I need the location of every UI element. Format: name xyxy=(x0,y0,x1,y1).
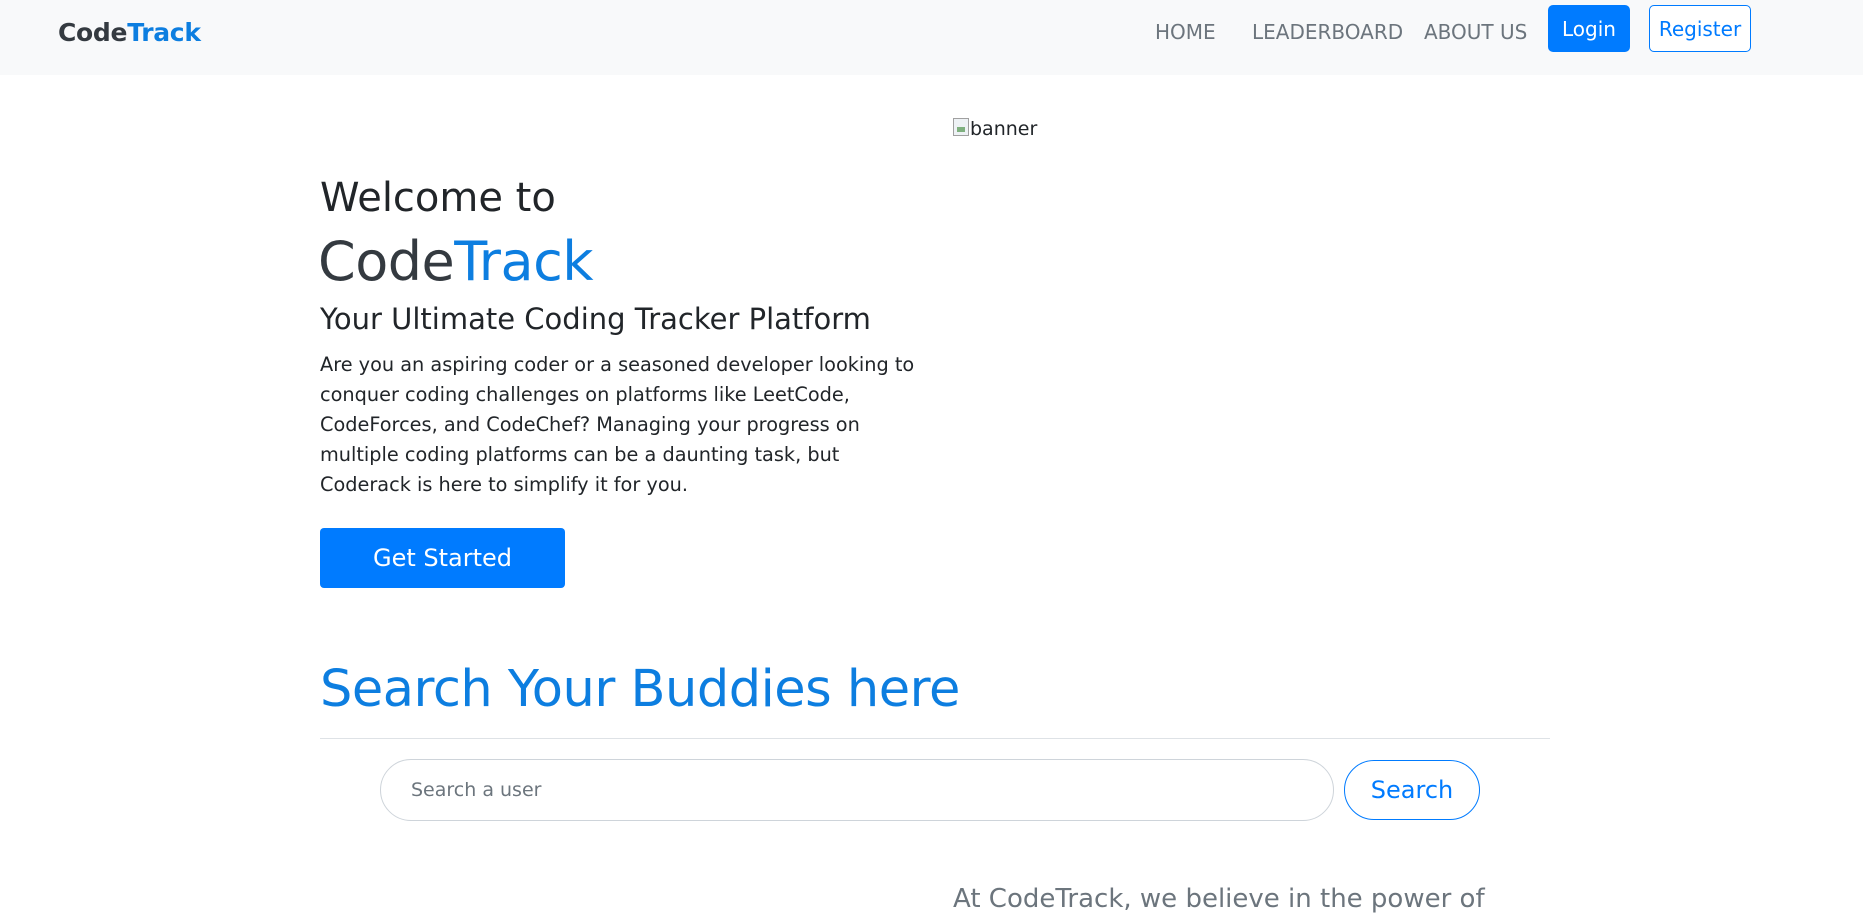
hero-description: Are you an aspiring coder or a seasoned … xyxy=(320,353,915,496)
hero-brand-track: Track xyxy=(454,230,594,293)
login-button[interactable]: Login xyxy=(1548,5,1630,52)
hero-brand-heading: CodeTrack xyxy=(318,230,594,293)
brand-text-track: Track xyxy=(127,18,201,47)
nav-link-about-us[interactable]: ABOUT US xyxy=(1424,20,1527,44)
about-text: At CodeTrack, we believe in the power of xyxy=(953,884,1485,914)
broken-image-icon xyxy=(953,118,969,136)
banner-alt-text: banner xyxy=(970,118,1038,140)
register-button[interactable]: Register xyxy=(1649,5,1751,52)
banner-image: banner xyxy=(953,118,1037,140)
search-button[interactable]: Search xyxy=(1344,760,1480,820)
nav-link-home[interactable]: HOME xyxy=(1155,20,1216,44)
get-started-button[interactable]: Get Started xyxy=(320,528,565,588)
hero-subtitle: Your Ultimate Coding Tracker Platform xyxy=(320,302,871,336)
navbar: CodeTrack HOME LEADERBOARD ABOUT US Logi… xyxy=(0,0,1863,75)
search-input[interactable] xyxy=(380,759,1334,821)
nav-link-leaderboard[interactable]: LEADERBOARD xyxy=(1252,20,1403,44)
divider xyxy=(320,738,1550,739)
brand-logo[interactable]: CodeTrack xyxy=(58,18,201,47)
brand-text-code: Code xyxy=(58,18,128,47)
search-heading: Search Your Buddies here xyxy=(320,660,960,719)
hero-brand-code: Code xyxy=(318,230,455,293)
hero-welcome-heading: Welcome to xyxy=(320,175,556,221)
